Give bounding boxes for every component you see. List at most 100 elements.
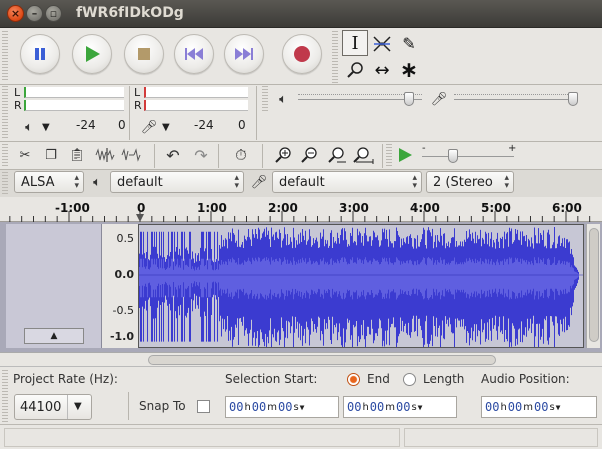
playback-meter[interactable]: L R bbox=[14, 86, 126, 114]
chevron-down-icon[interactable]: ▼ bbox=[418, 403, 423, 412]
seconds-unit: s bbox=[411, 401, 417, 413]
redo-button[interactable]: ↷ bbox=[190, 144, 212, 166]
time-shift-tool[interactable]: ↔ bbox=[369, 57, 395, 83]
record-scale-b: 0 bbox=[238, 118, 246, 132]
chevron-down-icon[interactable]: ▼ bbox=[300, 403, 305, 412]
snap-to-label: Snap To bbox=[139, 399, 186, 413]
project-rate-value: 44100 bbox=[20, 400, 62, 415]
zoom-in-button[interactable] bbox=[272, 144, 294, 166]
meter-right-label: R bbox=[134, 99, 142, 112]
collapse-track-button[interactable]: ▲ bbox=[24, 328, 84, 344]
selection-start-time[interactable]: 00 h 00 m 00 s ▼ bbox=[225, 396, 339, 418]
seconds-value: 00 bbox=[278, 400, 293, 414]
project-rate-label: Project Rate (Hz): bbox=[13, 372, 118, 386]
record-meter[interactable]: L R bbox=[134, 86, 252, 114]
playback-meter-menu-icon[interactable]: ▼ bbox=[42, 122, 50, 133]
vertical-scroll-thumb[interactable] bbox=[589, 228, 599, 342]
skip-to-end-button[interactable] bbox=[224, 34, 264, 74]
play-button[interactable] bbox=[72, 34, 112, 74]
audio-host-value: ALSA bbox=[21, 174, 55, 190]
envelope-tool[interactable] bbox=[369, 30, 395, 56]
selection-toolbar-grip[interactable] bbox=[2, 370, 8, 422]
zoom-out-button[interactable] bbox=[298, 144, 320, 166]
selection-tool[interactable]: I bbox=[342, 30, 368, 56]
multi-tool[interactable]: ∗ bbox=[396, 57, 422, 83]
input-volume-slider[interactable] bbox=[454, 90, 580, 108]
play-at-speed-toolbar-grip[interactable] bbox=[386, 144, 392, 168]
scale-label: 0.5 bbox=[116, 232, 135, 245]
output-device-value: default bbox=[117, 174, 163, 190]
end-radio[interactable] bbox=[347, 373, 360, 386]
zoom-tool[interactable] bbox=[342, 57, 368, 83]
play-speed-thumb[interactable] bbox=[448, 149, 458, 163]
chevron-down-icon: ▼ bbox=[74, 401, 82, 412]
skip-to-start-button[interactable] bbox=[174, 34, 214, 74]
transport-toolbar-grip[interactable] bbox=[2, 31, 8, 81]
pause-button[interactable] bbox=[20, 34, 60, 74]
trim-button[interactable] bbox=[94, 144, 116, 166]
track-vertical-ruler: 0.5 0.0 -0.5 -1.0 bbox=[102, 224, 138, 348]
mixer-toolbar-grip[interactable] bbox=[262, 86, 268, 112]
copy-icon: ❐ bbox=[45, 147, 57, 163]
horizontal-scrollbar[interactable] bbox=[0, 352, 602, 366]
audio-position-time[interactable]: 00 h 00 m 00 s ▼ bbox=[481, 396, 597, 418]
track-control-panel[interactable]: ▲ bbox=[6, 224, 102, 348]
silence-button[interactable] bbox=[120, 144, 142, 166]
length-radio[interactable] bbox=[403, 373, 416, 386]
play-icon bbox=[86, 46, 100, 62]
audio-host-select[interactable]: ALSA ▴ ▾ bbox=[14, 171, 84, 193]
vertical-scrollbar[interactable] bbox=[586, 224, 600, 348]
cut-button[interactable]: ✂ bbox=[14, 144, 36, 166]
speaker-icon[interactable]: 🔈︎ bbox=[18, 116, 40, 138]
record-icon bbox=[294, 46, 310, 62]
horizontal-scroll-thumb[interactable] bbox=[148, 355, 496, 365]
waveform[interactable] bbox=[138, 224, 584, 348]
input-volume-thumb[interactable] bbox=[568, 92, 578, 106]
output-volume-thumb[interactable] bbox=[404, 92, 414, 106]
minimize-window-button[interactable]: – bbox=[26, 5, 43, 22]
play-speed-slider[interactable]: - + bbox=[420, 143, 516, 168]
input-device-icon: 🎤︎ bbox=[250, 174, 268, 190]
stop-button[interactable] bbox=[124, 34, 164, 74]
hours-value: 00 bbox=[485, 400, 500, 414]
project-rate-combo[interactable]: 44100 ▼ bbox=[14, 394, 92, 420]
tools-toolbar-grip[interactable] bbox=[332, 31, 338, 83]
paste-button[interactable]: 📋︎ bbox=[66, 144, 88, 166]
record-button[interactable] bbox=[282, 34, 322, 74]
output-device-select[interactable]: default ▴ ▾ bbox=[110, 171, 244, 193]
timeline-ruler[interactable]: -1:00 0 1:00 2:00 3:00 4:00 5:00 6:00 bbox=[0, 197, 602, 222]
dropdown-arrows-icon: ▴ ▾ bbox=[234, 173, 239, 191]
output-volume-slider[interactable] bbox=[298, 90, 424, 108]
undo-button[interactable]: ↶ bbox=[162, 144, 184, 166]
record-meter-menu-icon[interactable]: ▼ bbox=[162, 122, 170, 133]
ruler-tick-label: -1:00 bbox=[55, 201, 90, 215]
input-device-select[interactable]: default ▴ ▾ bbox=[272, 171, 422, 193]
snap-to-checkbox[interactable] bbox=[197, 400, 210, 413]
sync-lock-button[interactable]: ⏱︎ bbox=[230, 144, 252, 166]
play-at-speed-button[interactable] bbox=[394, 144, 416, 166]
copy-button[interactable]: ❐ bbox=[40, 144, 62, 166]
pencil-icon: ✎ bbox=[402, 33, 416, 53]
scissors-icon: ✂ bbox=[19, 147, 31, 163]
microphone-icon[interactable]: 🎤︎ bbox=[138, 116, 160, 138]
magnifier-icon bbox=[347, 62, 363, 78]
i-beam-icon: I bbox=[351, 32, 359, 54]
audio-position-label: Audio Position: bbox=[481, 372, 570, 386]
playhead-marker-icon[interactable] bbox=[136, 214, 144, 222]
chevron-down-icon[interactable]: ▼ bbox=[556, 403, 561, 412]
edit-toolbar-grip[interactable] bbox=[2, 144, 8, 168]
playback-scale-b: 0 bbox=[118, 118, 126, 132]
selection-end-time[interactable]: 00 h 00 m 00 s ▼ bbox=[343, 396, 457, 418]
device-toolbar-grip[interactable] bbox=[2, 172, 8, 194]
ruler-tick-label: 3:00 bbox=[339, 201, 369, 215]
maximize-window-button[interactable]: ▫ bbox=[45, 5, 62, 22]
fit-project-button[interactable] bbox=[352, 144, 374, 166]
input-channels-select[interactable]: 2 (Stereo ▴ ▾ bbox=[426, 171, 514, 193]
meter-left-bar bbox=[24, 87, 124, 98]
draw-tool[interactable]: ✎ bbox=[396, 30, 422, 56]
pause-icon bbox=[35, 48, 45, 60]
close-window-button[interactable]: × bbox=[7, 5, 24, 22]
meter-right-label: R bbox=[14, 99, 22, 112]
fit-selection-button[interactable] bbox=[326, 144, 348, 166]
meter-toolbar-grip[interactable] bbox=[2, 86, 8, 140]
